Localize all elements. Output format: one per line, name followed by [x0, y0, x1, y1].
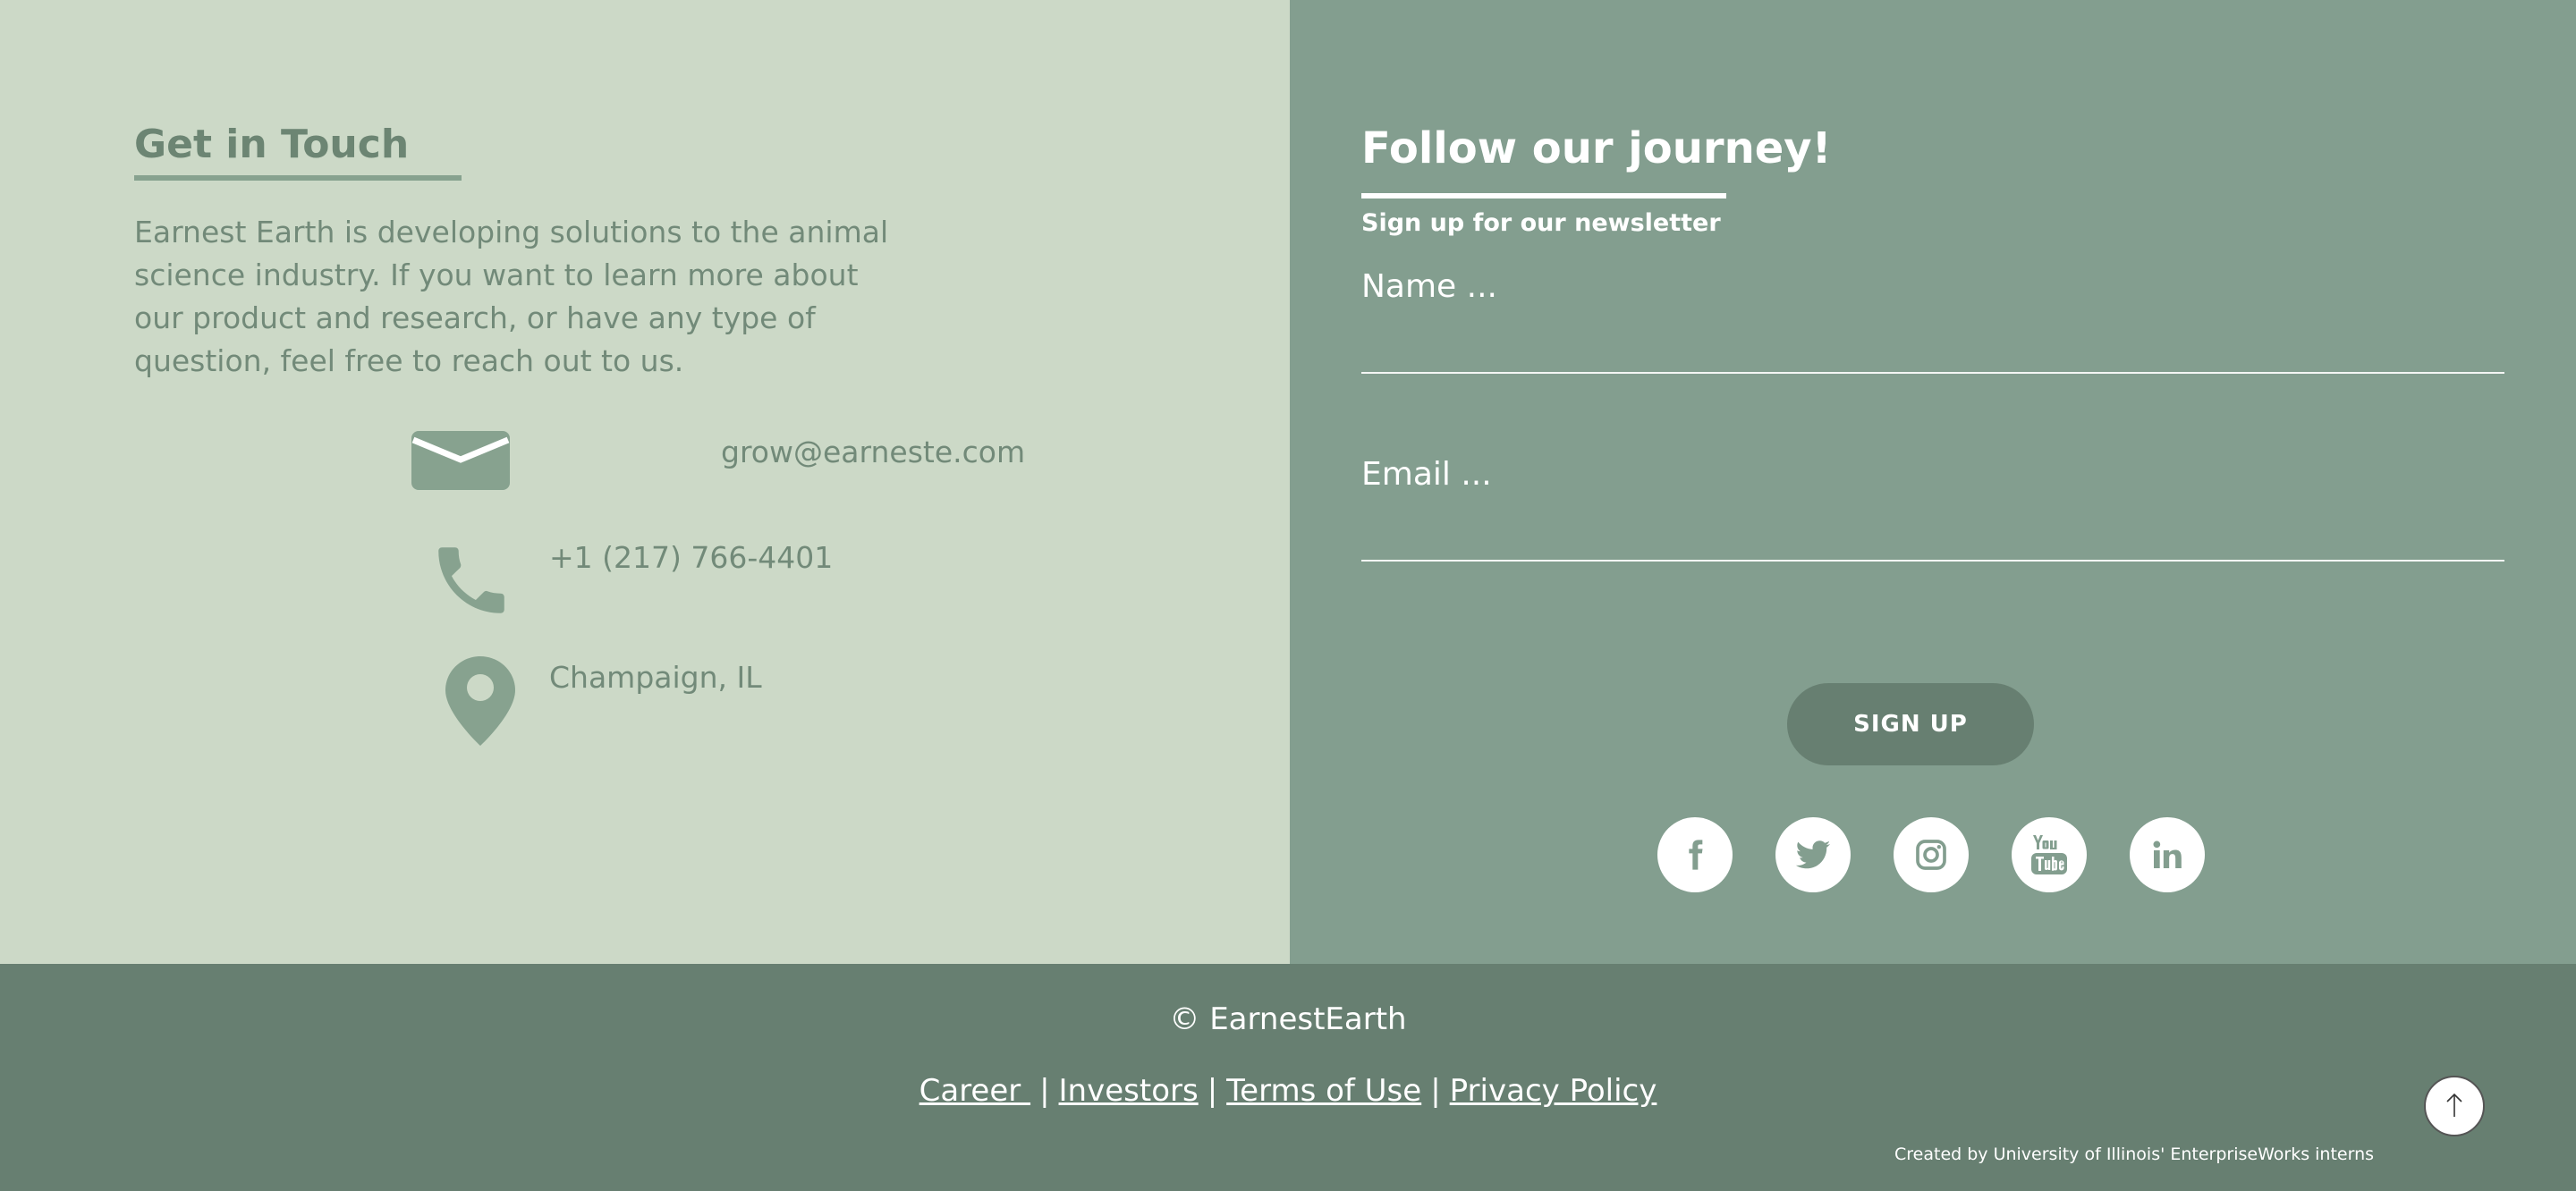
contact-title-underline: [134, 175, 462, 181]
twitter-icon[interactable]: [1775, 817, 1851, 892]
link-separator: |: [1207, 1073, 1218, 1109]
footer-links: Career | Investors | Terms of Use | Privacy P…: [0, 1073, 2576, 1109]
contact-email[interactable]: grow@earneste.com: [721, 435, 1025, 469]
copyright: © EarnestEarth: [1169, 1001, 1407, 1037]
arrow-up-icon: [2444, 1092, 2465, 1121]
footer-link-investors[interactable]: Investors: [1059, 1073, 1199, 1109]
newsletter-title-underline: [1361, 193, 1726, 198]
contact-section: Get in Touch Earnest Earth is developing…: [0, 0, 1290, 964]
map-pin-icon: [445, 656, 515, 749]
email-field-placeholder: Email ...: [1361, 456, 1492, 493]
footer-link-career[interactable]: Career: [919, 1073, 1030, 1109]
instagram-icon[interactable]: [1894, 817, 1969, 892]
contact-title: Get in Touch: [134, 122, 410, 167]
email-field[interactable]: Email ...: [1361, 456, 2504, 562]
name-field[interactable]: Name ...: [1361, 268, 2504, 374]
newsletter-title: Follow our journey!: [1361, 123, 1832, 173]
contact-description: Earnest Earth is developing solutions to…: [134, 215, 889, 378]
phone-icon: [428, 536, 515, 628]
youtube-icon[interactable]: [2012, 817, 2087, 892]
link-separator: |: [1430, 1073, 1441, 1109]
envelope-icon: [411, 431, 510, 494]
footer-credit: Created by University of Illinois' Enter…: [1894, 1145, 2375, 1164]
contact-location: Champaign, IL: [549, 660, 762, 695]
scroll-to-top-button[interactable]: [2424, 1076, 2485, 1136]
footer-link-privacy[interactable]: Privacy Policy: [1450, 1073, 1657, 1109]
footer-link-terms[interactable]: Terms of Use: [1226, 1073, 1421, 1109]
newsletter-subtitle: Sign up for our newsletter: [1361, 209, 1721, 237]
link-separator: |: [1039, 1073, 1050, 1109]
signup-button[interactable]: SIGN UP: [1787, 683, 2034, 765]
facebook-icon[interactable]: [1657, 817, 1733, 892]
name-field-placeholder: Name ...: [1361, 268, 1497, 305]
linkedin-icon[interactable]: [2130, 817, 2205, 892]
contact-phone[interactable]: +1 (217) 766-4401: [549, 540, 833, 575]
